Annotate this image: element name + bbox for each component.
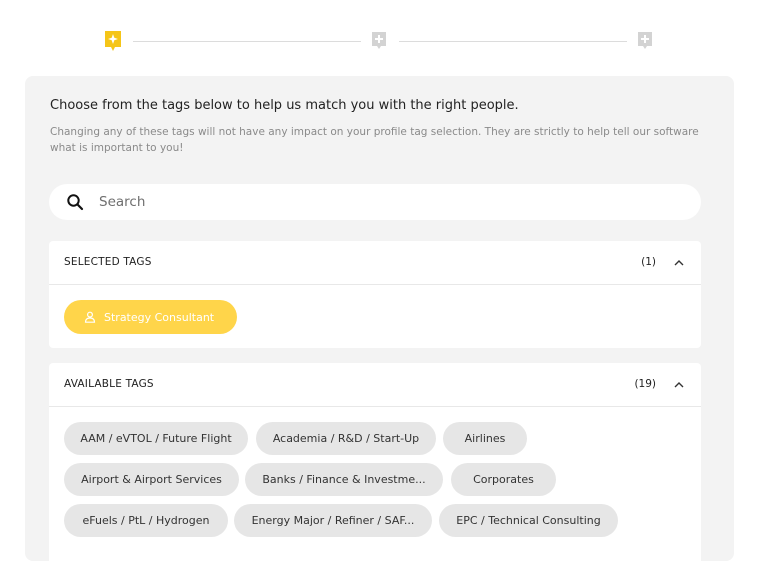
tag-chip[interactable]: Corporates (451, 463, 556, 496)
tag-chip[interactable]: Airport & Airport Services (64, 463, 239, 496)
step-3-plus-bookmark-icon[interactable] (635, 30, 655, 52)
tag-chip[interactable]: Banks / Finance & Investme... (245, 463, 443, 496)
search-bar[interactable] (49, 184, 701, 220)
tag-chip[interactable]: Energy Major / Refiner / SAF... (234, 504, 432, 537)
tag-chip[interactable]: AAM / eVTOL / Future Flight (64, 422, 248, 455)
search-icon[interactable] (66, 193, 84, 211)
progress-stepper (103, 30, 655, 54)
selected-tags-header[interactable]: SELECTED TAGS (1) (49, 241, 701, 285)
selected-tags-title: SELECTED TAGS (64, 256, 152, 268)
page-heading: Choose from the tags below to help us ma… (50, 98, 519, 113)
tag-selection-card: Choose from the tags below to help us ma… (25, 76, 734, 561)
tag-chip[interactable]: EPC / Technical Consulting (439, 504, 618, 537)
selected-tags-count: (1) (641, 256, 656, 268)
selected-tags-panel: SELECTED TAGS (1) Strategy Consultant (49, 241, 701, 348)
stepper-connector (133, 41, 361, 42)
tag-chip[interactable]: eFuels / PtL / Hydrogen (64, 504, 228, 537)
step-1-sparkle-bookmark-icon[interactable] (103, 30, 123, 52)
chevron-up-icon[interactable] (673, 257, 685, 269)
available-tags-title: AVAILABLE TAGS (64, 378, 154, 390)
available-tags-header[interactable]: AVAILABLE TAGS (19) (49, 363, 701, 407)
available-tags-count: (19) (634, 378, 656, 390)
user-icon (84, 311, 96, 323)
chevron-up-icon[interactable] (673, 379, 685, 391)
page-subtext: Changing any of these tags will not have… (50, 126, 699, 154)
tag-chip[interactable]: Airlines (443, 422, 527, 455)
available-tags-panel: AVAILABLE TAGS (19) AAM / eVTOL / Future… (49, 363, 701, 561)
step-2-plus-bookmark-icon[interactable] (369, 30, 389, 52)
search-input[interactable] (99, 184, 689, 220)
stepper-connector (399, 41, 627, 42)
selected-tag-strategy-consultant[interactable]: Strategy Consultant (64, 300, 238, 334)
selected-tag-label: Strategy Consultant (104, 310, 215, 324)
tag-chip[interactable]: Academia / R&D / Start-Up (256, 422, 436, 455)
